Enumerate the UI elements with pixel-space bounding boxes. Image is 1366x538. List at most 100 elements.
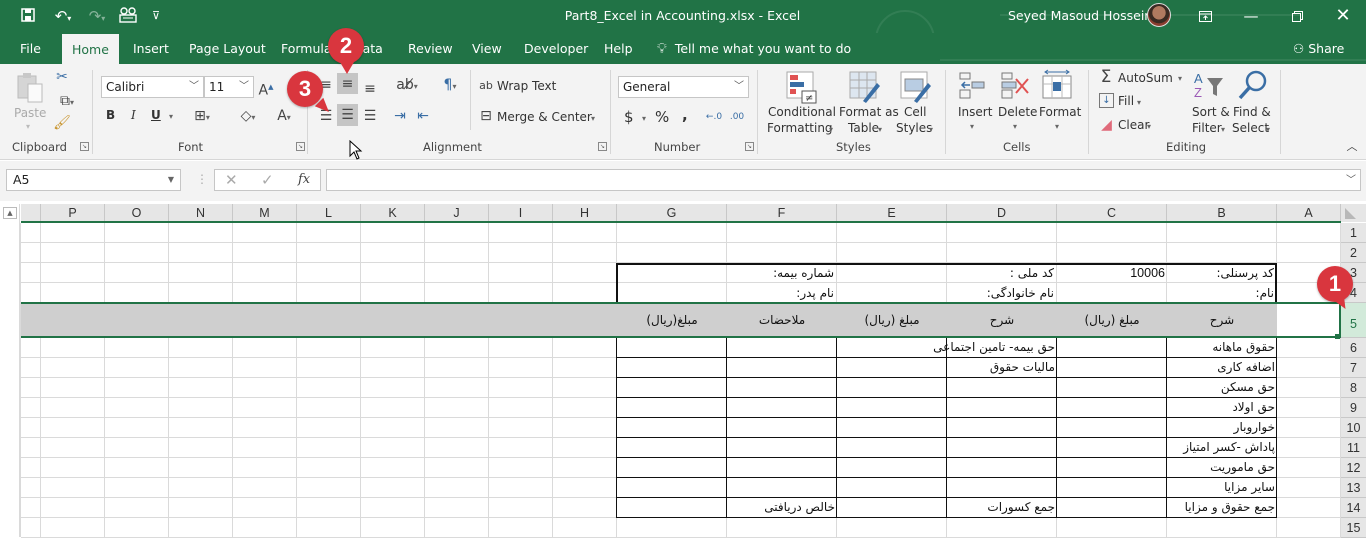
worksheet-grid[interactable]: [0, 203, 1366, 537]
share-button[interactable]: ⚇ Share: [1293, 33, 1344, 64]
fill-icon[interactable]: ↓: [1099, 93, 1114, 108]
row-header-8[interactable]: 8: [1341, 378, 1366, 398]
font-name-select[interactable]: Calibri ﹀: [101, 76, 204, 98]
row-header-9[interactable]: 9: [1341, 398, 1366, 418]
close-icon[interactable]: ✕: [1320, 0, 1366, 32]
increase-decimal-icon[interactable]: ←.0: [705, 108, 723, 126]
find-select-icon[interactable]: [1237, 69, 1269, 101]
format-painter-icon[interactable]: 🖌︎: [52, 114, 72, 132]
column-header-b[interactable]: B: [1167, 204, 1277, 222]
cell-styles-icon[interactable]: [900, 71, 932, 103]
format-dropdown-icon[interactable]: ▾: [1055, 122, 1059, 131]
sort-filter-label-2[interactable]: Filter: [1192, 121, 1222, 135]
column-header-m[interactable]: M: [233, 204, 297, 222]
insert-function-icon[interactable]: fx: [298, 172, 310, 187]
column-header-c[interactable]: C: [1057, 204, 1167, 222]
autosum-icon[interactable]: Σ: [1097, 68, 1115, 86]
currency-button[interactable]: $: [624, 108, 634, 126]
insert-cells-icon[interactable]: [958, 71, 990, 103]
drag-handle-icon[interactable]: ⋮: [196, 172, 208, 186]
column-header-k[interactable]: K: [361, 204, 425, 222]
conditional-formatting-label-1[interactable]: Conditional: [768, 105, 836, 119]
currency-dropdown-icon[interactable]: ▾: [642, 114, 646, 123]
select-all-button[interactable]: [1341, 204, 1366, 222]
merge-center-icon[interactable]: ⊟: [478, 107, 494, 125]
sort-filter-icon[interactable]: AZ: [1193, 70, 1225, 102]
font-color-icon[interactable]: A▾: [270, 107, 298, 127]
find-select-dropdown-icon[interactable]: ▾: [1266, 125, 1270, 134]
merge-center-button[interactable]: Merge & Center: [497, 110, 592, 124]
wrap-text-icon[interactable]: ab: [478, 77, 494, 95]
column-header-j[interactable]: J: [425, 204, 489, 222]
paste-icon[interactable]: [14, 72, 46, 104]
row-header-11[interactable]: 11: [1341, 438, 1366, 458]
save-icon[interactable]: [18, 7, 38, 25]
row-header-10[interactable]: 10: [1341, 418, 1366, 438]
clipboard-launcher-icon[interactable]: ↘: [80, 142, 89, 151]
cut-icon[interactable]: ✂: [52, 68, 72, 86]
collapse-ribbon-icon[interactable]: ︿: [1344, 138, 1360, 156]
delete-cells-label[interactable]: Delete: [998, 105, 1037, 119]
undo-icon[interactable]: ↶▾: [50, 7, 76, 25]
fill-button[interactable]: Fill: [1118, 94, 1134, 108]
row-header-1[interactable]: 1: [1341, 223, 1366, 243]
wrap-text-button[interactable]: Wrap Text: [497, 79, 556, 93]
sort-filter-dropdown-icon[interactable]: ▾: [1221, 125, 1225, 134]
tab-file[interactable]: File: [18, 33, 43, 64]
delete-dropdown-icon[interactable]: ▾: [1013, 122, 1017, 131]
redo-icon[interactable]: ↷▾: [84, 7, 110, 25]
find-select-label-1[interactable]: Find &: [1233, 105, 1271, 119]
format-as-table-label-2[interactable]: Table: [848, 121, 879, 135]
vertical-scrollbar[interactable]: ▲: [0, 204, 20, 537]
increase-font-icon[interactable]: A▲: [258, 78, 274, 100]
enter-icon[interactable]: ✓: [261, 171, 274, 189]
font-launcher-icon[interactable]: ↘: [296, 142, 305, 151]
restore-icon[interactable]: [1274, 0, 1320, 32]
number-launcher-icon[interactable]: ↘: [745, 142, 754, 151]
column-header-h[interactable]: H: [553, 204, 617, 222]
avatar[interactable]: [1147, 3, 1171, 27]
bold-button[interactable]: B: [106, 108, 115, 122]
insert-cells-label[interactable]: Insert: [958, 105, 992, 119]
fill-dropdown-icon[interactable]: ▾: [1137, 98, 1141, 107]
row-header-14[interactable]: 14: [1341, 498, 1366, 518]
autosum-button[interactable]: AutoSum: [1118, 71, 1173, 85]
conditional-formatting-icon[interactable]: ≠: [786, 71, 818, 104]
column-header-p[interactable]: P: [41, 204, 105, 222]
increase-indent-icon[interactable]: ⇤: [413, 107, 433, 125]
format-as-table-label-1[interactable]: Format as: [839, 105, 899, 119]
comma-button[interactable]: ,: [682, 106, 688, 124]
format-as-table-dropdown-icon[interactable]: ▾: [878, 125, 882, 134]
align-right-icon[interactable]: ☰: [360, 107, 380, 125]
cell-styles-label-2[interactable]: Styles: [896, 121, 932, 135]
chevron-down-icon[interactable]: ▼: [168, 170, 174, 190]
underline-button[interactable]: U: [151, 108, 161, 122]
form-icon[interactable]: [118, 7, 138, 25]
tab-insert[interactable]: Insert: [131, 33, 171, 64]
paste-label[interactable]: Paste: [14, 106, 46, 120]
paste-dropdown-icon[interactable]: ▾: [26, 122, 30, 131]
merge-dropdown-icon[interactable]: ▾: [591, 114, 595, 123]
format-as-table-icon[interactable]: [849, 71, 881, 103]
expand-formula-bar-icon[interactable]: ﹀: [1346, 171, 1356, 186]
fill-handle[interactable]: [1335, 334, 1340, 339]
underline-dropdown-icon[interactable]: ▾: [169, 112, 173, 121]
decrease-indent-icon[interactable]: ⇥: [390, 107, 410, 125]
row-header-7[interactable]: 7: [1341, 358, 1366, 378]
number-format-select[interactable]: General ﹀: [618, 76, 749, 98]
column-header-e[interactable]: E: [837, 204, 947, 222]
sort-filter-label-1[interactable]: Sort &: [1192, 105, 1230, 119]
column-header-d[interactable]: D: [947, 204, 1057, 222]
row-header-13[interactable]: 13: [1341, 478, 1366, 498]
percent-button[interactable]: %: [655, 108, 669, 126]
conditional-formatting-label-2[interactable]: Formatting: [767, 121, 833, 135]
cell-styles-dropdown-icon[interactable]: ▾: [929, 125, 933, 134]
cancel-icon[interactable]: ✕: [225, 171, 238, 189]
column-header-l[interactable]: L: [297, 204, 361, 222]
tab-view[interactable]: View: [470, 33, 504, 64]
row-header-2[interactable]: 2: [1341, 243, 1366, 263]
eraser-icon[interactable]: ◢: [1099, 116, 1114, 134]
row-header-15[interactable]: 15: [1341, 518, 1366, 538]
alignment-launcher-icon[interactable]: ↘: [598, 142, 607, 151]
text-direction-icon[interactable]: ¶▾: [436, 76, 464, 96]
